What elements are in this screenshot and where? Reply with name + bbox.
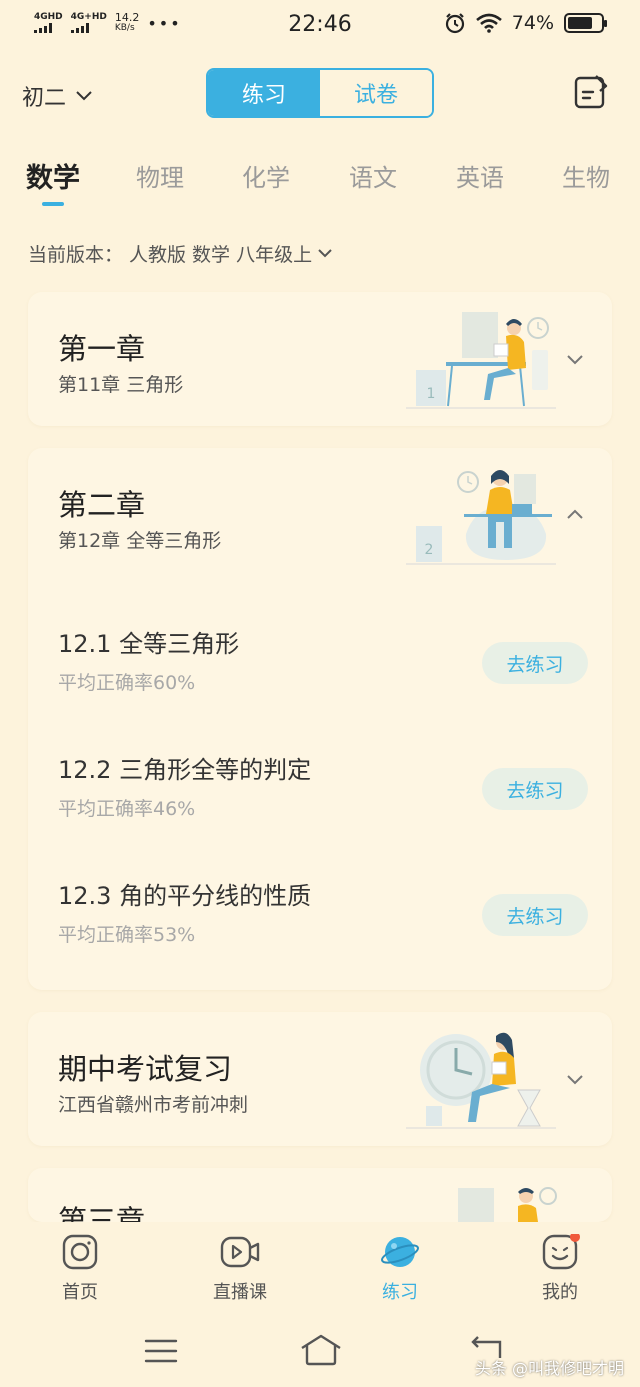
video-play-icon — [220, 1236, 260, 1268]
lesson-title: 12.1 全等三角形 — [58, 630, 240, 658]
chevron-down-icon — [318, 249, 332, 258]
camera-icon — [62, 1234, 98, 1270]
home-icon[interactable] — [300, 1334, 342, 1366]
nav-mine[interactable]: 我的 — [505, 1234, 615, 1304]
chapter-title: 第三章 — [58, 1204, 146, 1222]
illustration-number: 1 — [427, 386, 436, 402]
chevron-down-icon[interactable] — [564, 348, 586, 370]
status-right: 74% — [444, 12, 607, 34]
watermark: 头条 @叫我修吧才明 — [474, 1359, 624, 1378]
tab-english[interactable]: 英语 — [456, 158, 504, 193]
version-value: 人教版 数学 八年级上 — [129, 244, 313, 266]
wifi-icon — [475, 13, 502, 33]
grade-label: 初二 — [22, 86, 67, 111]
seg-exam[interactable]: 试卷 — [320, 70, 432, 116]
chapter-subtitle: 江西省赣州市考前冲刺 — [58, 1094, 249, 1116]
battery-percent: 74% — [511, 12, 554, 34]
lesson-item: 12.2 三角形全等的判定 平均正确率46% 去练习 — [58, 750, 588, 830]
chapter-card-2: 第二章 第12章 全等三角形 2 12.1 全等三角形 平均正确率60% 去练习… — [28, 448, 612, 990]
subject-tabs: 数学 物理 化学 语文 英语 生物 — [0, 150, 640, 210]
nav-home[interactable]: 首页 — [25, 1234, 135, 1304]
version-label: 当前版本： — [28, 244, 124, 266]
tab-math[interactable]: 数学 — [26, 156, 80, 195]
go-practice-button[interactable]: 去练习 — [482, 642, 588, 684]
chapter-subtitle: 第12章 全等三角形 — [58, 530, 222, 552]
lesson-item: 12.3 角的平分线的性质 平均正确率53% 去练习 — [58, 876, 588, 956]
seg-practice[interactable]: 练习 — [208, 70, 320, 116]
grade-selector[interactable]: 初二 — [22, 80, 92, 112]
chapter-subtitle: 第11章 三角形 — [58, 374, 184, 396]
header: 初二 练习 试卷 — [0, 60, 640, 126]
alarm-icon — [445, 13, 464, 34]
lesson-accuracy: 平均正确率53% — [58, 924, 196, 946]
smiley-icon — [542, 1234, 580, 1270]
illustration-number: 2 — [425, 542, 434, 558]
tab-biology[interactable]: 生物 — [562, 158, 610, 193]
lesson-accuracy: 平均正确率46% — [58, 798, 196, 820]
chapter-title: 期中考试复习 — [58, 1052, 233, 1086]
chapter-card-4[interactable]: 第三章 — [28, 1168, 612, 1222]
battery-fill — [568, 17, 592, 29]
nav-practice[interactable]: 练习 — [345, 1234, 455, 1304]
planet-icon — [381, 1237, 419, 1267]
bottom-nav: 首页 直播课 练习 我的 — [0, 1222, 640, 1318]
chapter-card-3[interactable]: 期中考试复习 江西省赣州市考前冲刺 — [28, 1012, 612, 1146]
mode-segmented-control: 练习 试卷 — [206, 68, 434, 118]
nav-label: 我的 — [542, 1282, 578, 1303]
go-practice-button[interactable]: 去练习 — [482, 894, 588, 936]
chevron-down-icon — [76, 91, 92, 101]
go-practice-button[interactable]: 去练习 — [482, 768, 588, 810]
tab-chinese[interactable]: 语文 — [349, 158, 397, 193]
battery-icon — [564, 13, 607, 33]
nav-label: 首页 — [62, 1282, 98, 1303]
chapter-card-1[interactable]: 第一章 第11章 三角形 1 — [28, 292, 612, 426]
lesson-accuracy: 平均正确率60% — [58, 672, 196, 694]
nav-label: 练习 — [382, 1282, 418, 1303]
student-reading-illustration — [406, 1032, 556, 1129]
nav-label: 直播课 — [213, 1282, 267, 1303]
student-desk-illustration — [458, 1187, 557, 1222]
student-desk-illustration: 1 — [406, 312, 556, 409]
chapter-title: 第二章 — [58, 488, 146, 522]
chapter-title: 第一章 — [58, 332, 146, 366]
tab-chemistry[interactable]: 化学 — [242, 158, 290, 193]
lesson-title: 12.3 角的平分线的性质 — [58, 882, 312, 910]
version-selector[interactable]: 当前版本： 人教版 数学 八年级上 — [28, 240, 332, 267]
note-edit-icon[interactable] — [574, 74, 608, 110]
tab-physics[interactable]: 物理 — [136, 158, 184, 193]
notification-badge — [570, 1234, 580, 1242]
nav-live[interactable]: 直播课 — [185, 1234, 295, 1304]
student-desk-illustration: 2 — [406, 470, 556, 565]
tab-indicator — [42, 202, 64, 206]
menu-icon[interactable] — [144, 1338, 178, 1364]
lesson-title: 12.2 三角形全等的判定 — [58, 756, 312, 784]
chevron-up-icon[interactable] — [564, 504, 586, 526]
lesson-item: 12.1 全等三角形 平均正确率60% 去练习 — [58, 624, 588, 704]
status-bar: 4GHD 4G+HD 14.2 KB/s ••• 22:46 74% — [0, 0, 640, 52]
chevron-down-icon[interactable] — [564, 1068, 586, 1090]
